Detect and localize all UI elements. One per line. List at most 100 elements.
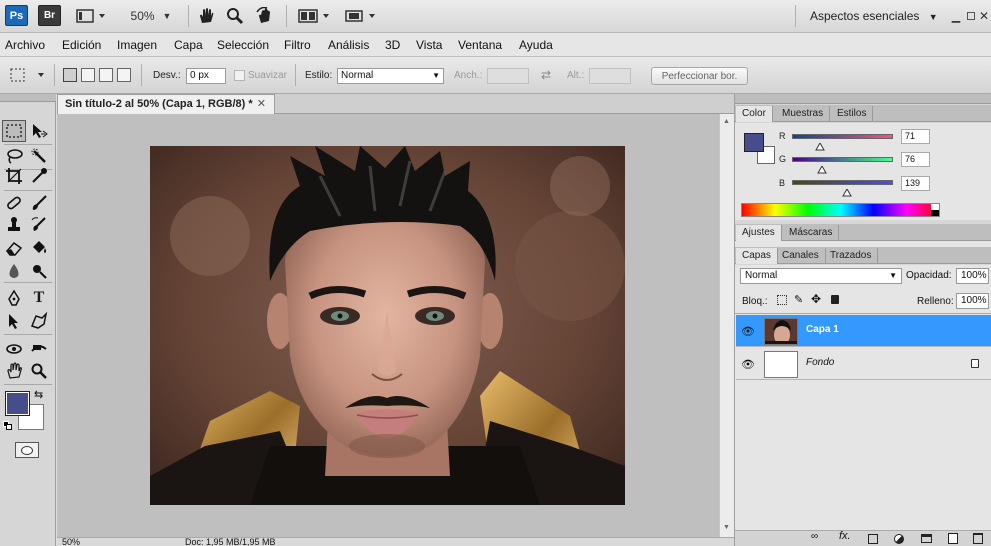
quick-selection-tool[interactable] (27, 145, 51, 167)
restore-button[interactable] (966, 7, 976, 25)
style-select[interactable]: Normal ▼ (337, 68, 444, 84)
type-tool[interactable]: T (27, 287, 51, 309)
adjustment-layer-icon[interactable] (894, 534, 904, 544)
subtract-from-selection-button[interactable] (99, 68, 113, 82)
dodge-tool[interactable] (27, 260, 51, 282)
move-tool[interactable] (27, 120, 51, 142)
menu-capa[interactable]: Capa (174, 38, 203, 52)
portrait-photo[interactable] (150, 146, 625, 505)
3d-orbit-tool[interactable] (27, 338, 51, 360)
layer-row-capa-1[interactable]: 👁 Capa 1 (736, 315, 991, 347)
layer-name[interactable]: Capa 1 (806, 324, 839, 335)
bridge-button[interactable]: Br (38, 5, 61, 26)
eraser-tool[interactable] (2, 237, 26, 259)
blue-slider-thumb[interactable] (842, 186, 852, 200)
arrange-documents-button[interactable] (297, 7, 333, 25)
menu-3d[interactable]: 3D (385, 38, 400, 52)
workspace-selector[interactable]: Aspectos esenciales ▼ (810, 9, 938, 23)
tool-preset-picker[interactable] (8, 65, 48, 85)
blue-slider[interactable] (792, 180, 893, 185)
menu-vista[interactable]: Vista (416, 38, 442, 52)
minimize-button[interactable]: ▁ (950, 7, 962, 25)
layer-row-fondo[interactable]: 👁 Fondo (736, 348, 991, 380)
anti-alias-checkbox[interactable] (234, 70, 245, 81)
new-group-icon[interactable] (921, 534, 932, 543)
delete-layer-icon[interactable] (973, 533, 983, 544)
opacity-input[interactable]: 100% (956, 268, 989, 284)
close-document-icon[interactable]: ✕ (257, 97, 266, 110)
lock-image-icon[interactable]: ✎ (794, 293, 803, 306)
black-swatch[interactable] (931, 210, 939, 216)
healing-brush-tool[interactable] (2, 192, 26, 214)
blur-tool[interactable] (2, 260, 26, 282)
tab-ajustes[interactable]: Ajustes (736, 225, 782, 241)
layer-mask-icon[interactable] (868, 534, 878, 544)
layer-style-icon[interactable]: fx. (839, 530, 851, 542)
eyedropper-tool[interactable] (27, 165, 51, 187)
lock-transparent-icon[interactable] (777, 295, 787, 305)
green-slider-thumb[interactable] (817, 163, 827, 177)
close-button[interactable]: ✕ (979, 7, 989, 25)
red-slider-thumb[interactable] (815, 140, 825, 154)
new-selection-button[interactable] (63, 68, 77, 82)
crop-tool[interactable] (2, 165, 26, 187)
tab-muestras[interactable]: Muestras (776, 106, 831, 122)
hand-tool-button[interactable] (196, 7, 216, 25)
color-panel-foreground-swatch[interactable] (744, 133, 764, 152)
add-to-selection-button[interactable] (81, 68, 95, 82)
tab-trazados[interactable]: Trazados (824, 248, 879, 264)
quick-mask-button[interactable] (15, 442, 39, 458)
paint-bucket-tool[interactable] (27, 237, 51, 259)
blue-value[interactable]: 139 (901, 176, 930, 191)
status-zoom[interactable]: 50% (62, 538, 80, 546)
path-selection-tool[interactable] (2, 310, 26, 332)
swap-colors-icon[interactable]: ⇆ (34, 388, 43, 401)
red-value[interactable]: 71 (901, 129, 930, 144)
3d-rotate-tool[interactable] (2, 338, 26, 360)
default-colors-button[interactable] (3, 421, 12, 430)
menu-edicion[interactable]: Edición (62, 38, 101, 52)
clone-stamp-tool[interactable] (2, 214, 26, 236)
feather-input[interactable]: 0 px (186, 68, 226, 84)
screen-mode-button[interactable] (343, 7, 379, 25)
link-layers-icon[interactable]: ∞ (811, 531, 818, 542)
menu-filtro[interactable]: Filtro (284, 38, 311, 52)
swap-dimensions-icon[interactable]: ⇄ (541, 68, 551, 82)
red-slider[interactable] (792, 134, 893, 139)
color-spectrum-bar[interactable] (741, 203, 940, 217)
marquee-tool[interactable] (2, 120, 26, 142)
tab-canales[interactable]: Canales (776, 248, 826, 264)
zoom-tool-button[interactable] (225, 7, 245, 25)
scroll-down-icon[interactable]: ▼ (723, 524, 730, 531)
tab-mascaras[interactable]: Máscaras (783, 225, 840, 241)
menu-analisis[interactable]: Análisis (328, 38, 369, 52)
green-value[interactable]: 76 (901, 152, 930, 167)
intersect-selection-button[interactable] (117, 68, 131, 82)
eye-icon[interactable]: 👁 (740, 323, 756, 339)
layer-name[interactable]: Fondo (806, 357, 834, 368)
new-layer-icon[interactable] (948, 533, 958, 544)
refine-edge-button[interactable]: Perfeccionar bor. (651, 67, 748, 85)
tab-color[interactable]: Color (736, 106, 773, 122)
menu-imagen[interactable]: Imagen (117, 38, 157, 52)
rotate-view-button[interactable] (254, 7, 276, 25)
lock-all-icon[interactable] (831, 295, 839, 304)
tab-estilos[interactable]: Estilos (831, 106, 874, 122)
tab-capas[interactable]: Capas (736, 248, 778, 264)
height-input[interactable] (589, 68, 631, 84)
history-brush-tool[interactable] (27, 214, 51, 236)
brush-tool[interactable] (27, 192, 51, 214)
vertical-scrollbar[interactable]: ▲ ▼ (719, 114, 734, 537)
eye-icon[interactable]: 👁 (740, 356, 756, 372)
zoom-tool[interactable] (27, 360, 51, 382)
hand-tool[interactable] (2, 360, 26, 382)
zoom-level-dropdown[interactable]: 50% ▼ (128, 7, 174, 25)
lock-position-icon[interactable]: ✥ (811, 292, 821, 306)
width-input[interactable] (487, 68, 529, 84)
menu-seleccion[interactable]: Selección (217, 38, 269, 52)
fill-input[interactable]: 100% (956, 293, 989, 309)
view-extras-button[interactable] (75, 7, 107, 25)
pen-tool[interactable] (2, 287, 26, 309)
document-tab[interactable]: Sin título-2 al 50% (Capa 1, RGB/8) * ✕ (57, 94, 275, 114)
menu-archivo[interactable]: Archivo (5, 38, 45, 52)
